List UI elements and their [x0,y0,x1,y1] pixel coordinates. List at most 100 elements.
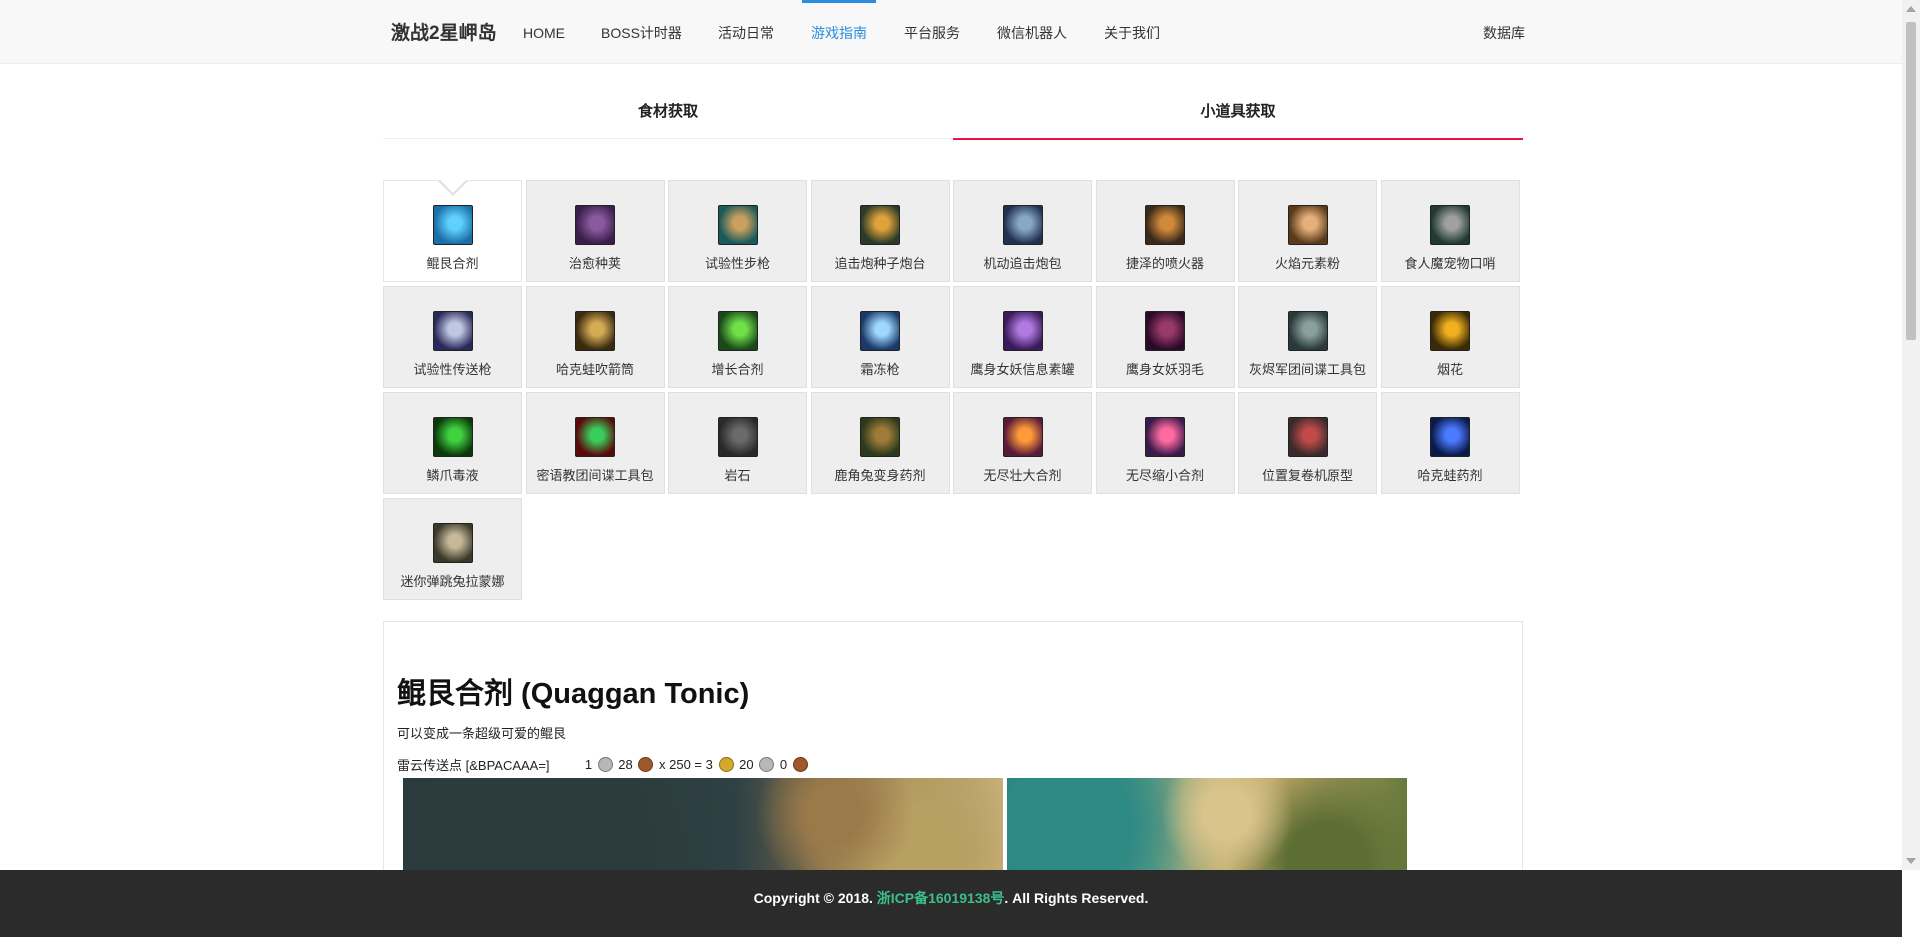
feather-icon [1145,311,1185,351]
waypoint-code[interactable]: 雷云传送点 [&BPACAAA=] [397,755,550,774]
item-label: 捷泽的喷火器 [1125,256,1204,271]
item-card[interactable]: 鹰身女妖信息素罐 [953,286,1092,388]
site-brand[interactable]: 激战2星岬岛 [391,18,497,45]
mortar-kit-icon [1002,205,1043,245]
item-card[interactable]: 鲲艮合剂 [383,180,522,282]
fire-powder-icon [1287,205,1328,245]
item-label: 机动追击炮包 [983,256,1062,271]
item-card[interactable]: 无尽缩小合剂 [1095,392,1235,494]
item-label: 哈克蛙药剂 [1417,468,1483,483]
item-card[interactable]: 捷泽的喷火器 [1095,180,1235,282]
firework-icon [1430,311,1470,351]
nav-platform-services[interactable]: 平台服务 [904,0,960,63]
flamethrower-icon [1145,205,1185,245]
nav-home[interactable]: HOME [523,0,565,63]
item-card[interactable]: 烟花 [1380,286,1520,388]
item-label: 火焰元素粉 [1274,256,1340,271]
item-card[interactable]: 哈克蛙药剂 [1380,392,1520,494]
nav-database[interactable]: 数据库 [1483,0,1525,63]
item-card[interactable]: 迷你弹跳兔拉蒙娜 [383,498,522,600]
item-label: 无尽缩小合剂 [1125,468,1204,483]
item-card[interactable]: 灰烬军团间谍工具包 [1238,286,1377,388]
item-label: 治愈种荚 [568,256,621,271]
tab-gadgets[interactable]: 小道具获取 [953,90,1523,140]
nav-boss-timer[interactable]: BOSS计时器 [601,0,682,63]
item-card[interactable]: 试验性步枪 [668,180,807,282]
silver-coin-icon [597,757,613,772]
item-label: 试验性步枪 [704,256,770,271]
item-label: 鳞爪毒液 [426,468,479,483]
item-card[interactable]: 机动追击炮包 [953,180,1092,282]
silver-coin-icon [759,757,775,772]
nav-game-guide[interactable]: 游戏指南 [802,0,876,63]
growth-tonic-icon [717,311,758,351]
top-navbar: 激战2星岬岛 HOME BOSS计时器 活动日常 游戏指南 平台服务 微信机器人… [0,0,1902,64]
price-copper-value: 28 [618,757,633,772]
turret-seed-icon [860,205,900,245]
item-card[interactable]: 追击炮种子炮台 [810,180,950,282]
item-card[interactable]: 密语教团间谍工具包 [525,392,665,494]
item-label: 鹰身女妖信息素罐 [970,362,1075,377]
item-card[interactable]: 治愈种荚 [525,180,665,282]
footer-copyright: Copyright © 2018. [753,890,873,906]
footer-icp-link[interactable]: 浙ICP备16019138号 [877,890,1005,906]
item-label: 迷你弹跳兔拉蒙娜 [400,574,505,589]
total-silver-value: 20 [739,757,754,772]
item-label: 鲲艮合剂 [426,256,479,271]
item-card[interactable]: 鳞爪毒液 [383,392,522,494]
item-label: 鹰身女妖羽毛 [1125,362,1204,377]
item-card[interactable]: 鹰身女妖羽毛 [1095,286,1235,388]
gold-coin-icon [718,757,734,772]
page-scrollbar[interactable] [1902,0,1920,870]
item-label: 密语教团间谍工具包 [536,468,654,483]
copper-coin-icon [792,757,808,772]
total-gold-value: 3 [705,757,713,772]
pheromone-jar-icon [1002,311,1043,351]
item-description: 可以变成一条超级可爱的鲲艮 [397,726,567,741]
teleport-gun-icon [432,311,473,351]
item-card[interactable]: 霜冻枪 [810,286,950,388]
item-card[interactable]: 鹿角兔变身药剂 [810,392,950,494]
item-label: 追击炮种子炮台 [834,256,926,271]
footer-rights: . All Rights Reserved. [1004,890,1149,906]
item-card[interactable]: 岩石 [668,392,807,494]
seed-pod-icon [575,205,615,245]
venom-vial-icon [432,417,473,457]
scroll-thumb[interactable] [1906,22,1916,340]
item-label: 试验性传送枪 [413,362,492,377]
item-card[interactable]: 增长合剂 [668,286,807,388]
frost-gun-icon [860,311,900,351]
item-label: 霜冻枪 [860,362,900,377]
hylek-potion-icon [1430,417,1470,457]
item-label: 位置复卷机原型 [1261,468,1353,483]
nav-daily-events[interactable]: 活动日常 [718,0,774,63]
enlarge-tonic-icon [1002,417,1043,457]
item-card[interactable]: 哈克蛙吹箭筒 [525,286,665,388]
item-card[interactable]: 食人魔宠物口哨 [1380,180,1520,282]
scroll-up-arrow-icon[interactable] [1906,6,1916,12]
item-label: 哈克蛙吹箭筒 [555,362,634,377]
item-label: 鹿角兔变身药剂 [834,468,926,483]
item-label: 灰烬军团间谍工具包 [1248,362,1366,377]
item-card[interactable]: 火焰元素粉 [1238,180,1377,282]
nav-about-us[interactable]: 关于我们 [1104,0,1160,63]
rock-icon [717,417,758,457]
item-label: 烟花 [1436,362,1463,377]
scroll-down-arrow-icon[interactable] [1906,858,1916,864]
shrink-tonic-icon [1145,417,1185,457]
blowgun-icon [575,311,615,351]
item-label: 岩石 [724,468,751,483]
rifle-icon [717,205,758,245]
order-kit-icon [575,417,615,457]
price-silver-value: 1 [584,757,593,772]
item-label: 无尽壮大合剂 [983,468,1062,483]
copper-coin-icon [638,757,654,772]
waypoint-price-row: 雷云传送点 [&BPACAAA=] 1 28 x 250 = 3 20 0 [397,755,810,774]
page-footer: Copyright © 2018. 浙ICP备16019138号. All Ri… [0,870,1902,937]
nav-wechat-bot[interactable]: 微信机器人 [997,0,1067,63]
item-card[interactable]: 位置复卷机原型 [1238,392,1377,494]
item-card[interactable]: 无尽壮大合剂 [953,392,1092,494]
item-title: 鲲艮合剂 (Quaggan Tonic) [397,678,750,710]
tab-ingredients[interactable]: 食材获取 [383,90,953,138]
item-card[interactable]: 试验性传送枪 [383,286,522,388]
